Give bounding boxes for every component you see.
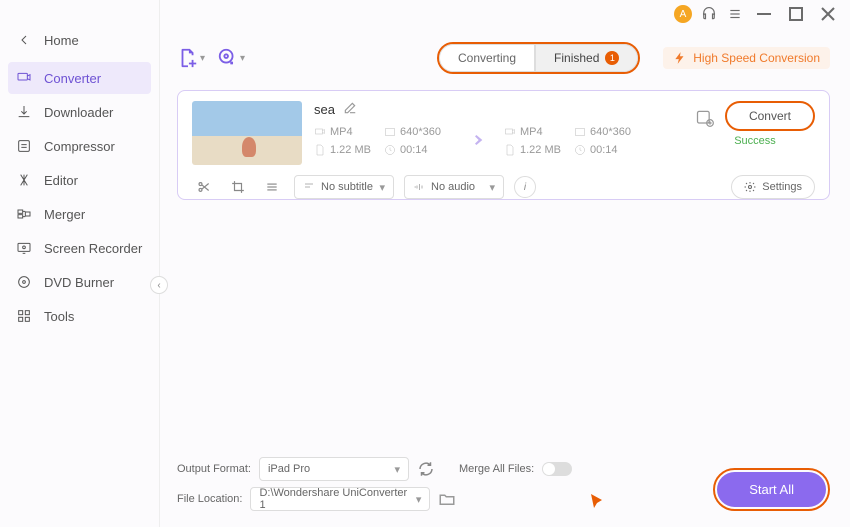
src-size: 1.22 MB (314, 144, 384, 156)
sidebar-item-dvd-burner[interactable]: DVD Burner (0, 266, 159, 298)
output-settings-icon[interactable] (695, 108, 715, 128)
menu-icon[interactable] (726, 5, 744, 23)
merge-toggle[interactable] (542, 462, 572, 476)
refresh-icon[interactable] (417, 460, 435, 478)
dst-format: MP4 (504, 126, 574, 138)
add-dvd-button[interactable]: ▾ (217, 44, 245, 72)
file-name: sea (314, 102, 335, 117)
minimize-button[interactable] (752, 5, 776, 23)
effect-icon[interactable] (260, 176, 284, 198)
sidebar-item-label: Downloader (44, 105, 113, 120)
dst-duration: 00:14 (574, 144, 654, 156)
audio-select[interactable]: No audio▾ (404, 175, 504, 199)
sidebar-item-editor[interactable]: Editor (0, 164, 159, 196)
src-resolution: 640*360 (384, 126, 464, 138)
sidebar-item-label: DVD Burner (44, 275, 114, 290)
output-format-label: Output Format: (177, 463, 251, 475)
arrow-icon (464, 129, 504, 154)
home-label: Home (44, 33, 79, 48)
screen-recorder-icon (16, 240, 32, 256)
user-avatar[interactable]: A (674, 5, 692, 23)
sidebar-item-converter[interactable]: Converter (8, 62, 151, 94)
info-icon[interactable]: i (514, 176, 536, 198)
file-location-select[interactable]: D:\Wondershare UniConverter 1▾ (250, 487, 430, 511)
maximize-button[interactable] (784, 5, 808, 23)
tools-icon (16, 308, 32, 324)
dst-size: 1.22 MB (504, 144, 574, 156)
file-card: sea MP4 640*360 MP4 640*360 1.22 MB 00:1… (177, 90, 830, 200)
back-icon (16, 32, 32, 48)
dvd-icon (16, 274, 32, 290)
high-speed-button[interactable]: High Speed Conversion (663, 47, 830, 69)
compressor-icon (16, 138, 32, 154)
finished-badge: 1 (605, 51, 619, 65)
crop-icon[interactable] (226, 176, 250, 198)
merger-icon (16, 206, 32, 222)
sidebar-item-compressor[interactable]: Compressor (0, 130, 159, 162)
sidebar-item-screen-recorder[interactable]: Screen Recorder (0, 232, 159, 264)
annotation-arrow (587, 490, 611, 519)
support-icon[interactable] (700, 5, 718, 23)
merge-label: Merge All Files: (459, 463, 534, 475)
output-format-select[interactable]: iPad Pro▾ (259, 457, 409, 481)
sidebar-item-merger[interactable]: Merger (0, 198, 159, 230)
sidebar-item-label: Compressor (44, 139, 115, 154)
tab-converting[interactable]: Converting (439, 44, 535, 72)
tab-finished[interactable]: Finished1 (535, 44, 638, 72)
video-thumbnail[interactable] (192, 101, 302, 165)
home-nav[interactable]: Home (0, 20, 159, 60)
trim-icon[interactable] (192, 176, 216, 198)
sidebar-collapse[interactable]: ‹ (150, 276, 168, 294)
status-text: Success (734, 135, 776, 147)
sidebar-item-label: Converter (44, 71, 101, 86)
subtitle-select[interactable]: No subtitle▾ (294, 175, 394, 199)
open-folder-icon[interactable] (438, 490, 456, 508)
add-file-button[interactable]: ▾ (177, 44, 205, 72)
bolt-icon (673, 51, 687, 65)
sidebar-item-label: Editor (44, 173, 78, 188)
file-location-label: File Location: (177, 493, 242, 505)
sidebar-item-tools[interactable]: Tools (0, 300, 159, 332)
start-all-button[interactable]: Start All (717, 472, 826, 507)
sidebar-item-label: Screen Recorder (44, 241, 142, 256)
converter-icon (16, 70, 32, 86)
src-duration: 00:14 (384, 144, 464, 156)
src-format: MP4 (314, 126, 384, 138)
sidebar-item-downloader[interactable]: Downloader (0, 96, 159, 128)
editor-icon (16, 172, 32, 188)
sidebar: Home Converter Downloader Compressor Edi… (0, 0, 160, 527)
rename-icon[interactable] (343, 101, 357, 118)
downloader-icon (16, 104, 32, 120)
sidebar-item-label: Tools (44, 309, 74, 324)
dst-resolution: 640*360 (574, 126, 654, 138)
start-all-highlight: Start All (713, 468, 830, 511)
status-segment: Converting Finished1 (437, 42, 640, 74)
file-settings-button[interactable]: Settings (731, 175, 815, 199)
convert-button[interactable]: Convert (725, 101, 815, 131)
close-button[interactable] (816, 5, 840, 23)
sidebar-item-label: Merger (44, 207, 85, 222)
